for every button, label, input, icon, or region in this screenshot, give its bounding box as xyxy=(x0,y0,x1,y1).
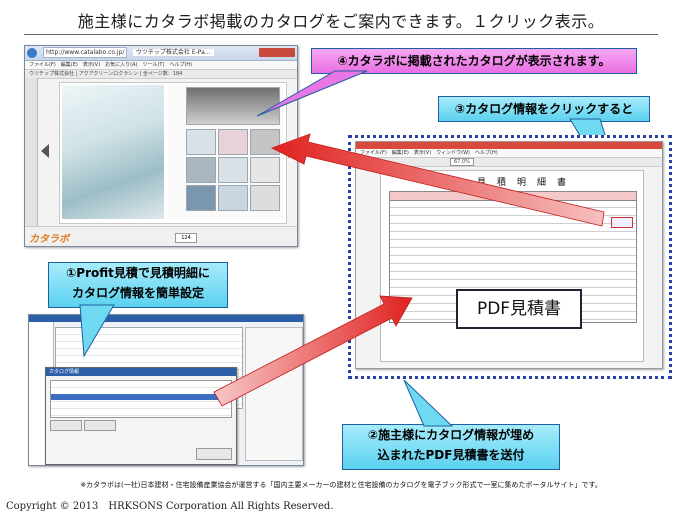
copyright: Copyright © 2013 HRKSONS Corporation All… xyxy=(6,501,334,512)
arrow-pdf-to-catalog xyxy=(270,133,605,227)
footer-note: ※カタラボは(一社)日本建材・住宅設備産業協会が運営する「国内主要メーカーの建材… xyxy=(80,481,602,489)
arrow-estimate-to-pdf xyxy=(213,295,413,407)
flow-arrows xyxy=(213,133,605,407)
